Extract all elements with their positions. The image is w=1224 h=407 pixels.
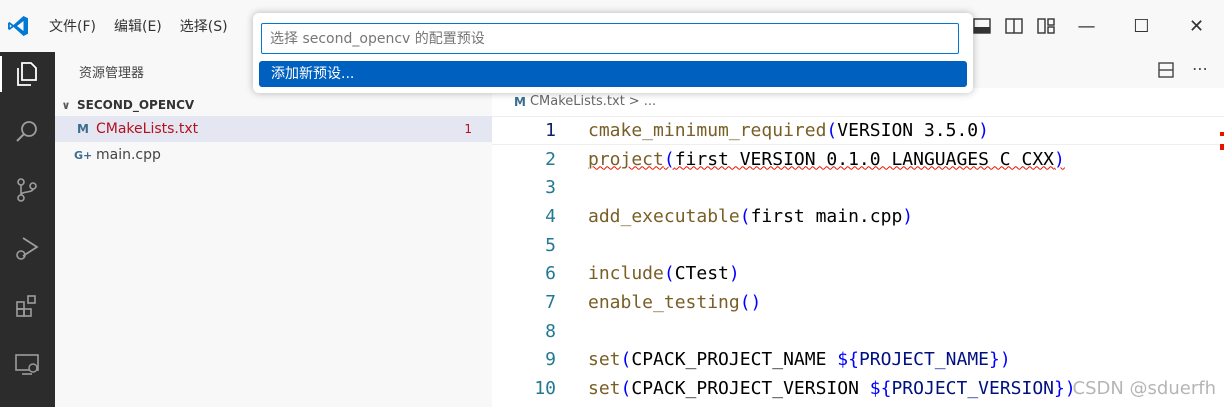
quick-pick-dialog: 添加新预设... — [253, 13, 973, 93]
maximize-button[interactable]: ☐ — [1114, 0, 1169, 52]
code-line: 1 cmake_minimum_required(VERSION 3.5.0) — [492, 116, 1224, 145]
line-number: 7 — [545, 291, 556, 313]
explorer-icon[interactable] — [0, 56, 45, 92]
menu-file[interactable]: 文件(F) — [49, 16, 96, 36]
line-number: 1 — [545, 119, 556, 141]
watermark: CSDN @sduerfh — [1072, 378, 1216, 399]
editor-actions: ⋯ — [1156, 60, 1210, 80]
run-debug-icon[interactable] — [9, 230, 45, 266]
breadcrumb-separator: > — [628, 94, 640, 109]
error-squiggle: project(first VERSION 0.1.0 LANGUAGES C … — [588, 148, 1065, 170]
breadcrumb-file[interactable]: CMakeLists.txt — [530, 94, 625, 109]
configure-preset-input[interactable] — [261, 23, 959, 54]
minimize-button[interactable]: — — [1059, 0, 1114, 52]
line-number: 6 — [545, 263, 556, 285]
activity-bar — [0, 52, 55, 407]
breadcrumb: M CMakeLists.txt > ... — [514, 94, 656, 109]
vscode-logo-icon — [8, 16, 28, 36]
line-number: 5 — [545, 234, 556, 256]
remote-explorer-icon[interactable] — [9, 346, 45, 382]
code-line: 4 add_executable(first main.cpp) — [492, 202, 1224, 231]
overview-ruler-marker — [1220, 132, 1224, 136]
folder-name: SECOND_OPENCV — [77, 98, 195, 112]
code-line: 9 set(CPACK_PROJECT_NAME ${PROJECT_NAME}… — [492, 346, 1224, 375]
line-number: 2 — [545, 148, 556, 170]
explorer-sidebar: 资源管理器 ∨ SECOND_OPENCV M CMakeLists.txt 1… — [55, 52, 492, 407]
customize-layout-icon[interactable] — [1036, 16, 1056, 36]
add-new-preset-option[interactable]: 添加新预设... — [259, 61, 967, 87]
file-name: CMakeLists.txt — [96, 121, 199, 137]
split-editor-icon[interactable] — [1156, 60, 1176, 80]
more-actions-icon[interactable]: ⋯ — [1190, 60, 1210, 80]
code-line: 7 enable_testing() — [492, 288, 1224, 317]
line-number: 8 — [545, 320, 556, 342]
breadcrumb-more[interactable]: ... — [644, 94, 656, 109]
line-number: 10 — [534, 378, 556, 400]
code-line: 8 — [492, 317, 1224, 346]
line-number: 3 — [545, 177, 556, 199]
cmake-file-icon: M — [77, 122, 89, 136]
line-number: 4 — [545, 205, 556, 227]
toggle-secondary-sidebar-icon[interactable] — [1004, 16, 1024, 36]
cmake-file-icon: M — [514, 94, 526, 109]
overview-ruler-error — [1220, 144, 1224, 150]
file-item-main-cpp[interactable]: G+ main.cpp — [55, 142, 492, 168]
code-line: 5 — [492, 231, 1224, 260]
cpp-file-icon: G+ — [74, 148, 93, 162]
file-name: main.cpp — [96, 147, 161, 163]
source-control-icon[interactable] — [9, 172, 45, 208]
folder-header[interactable]: ∨ SECOND_OPENCV — [55, 94, 492, 116]
vscode-window: 文件(F) 编辑(E) 选择(S) — ☐ ✕ 资源管理器 ∨ SECOND_O… — [0, 0, 1224, 407]
menu-bar: 文件(F) 编辑(E) 选择(S) — [49, 16, 228, 36]
line-number: 9 — [545, 349, 556, 371]
window-controls: — ☐ ✕ — [1059, 0, 1224, 52]
extensions-icon[interactable] — [9, 288, 45, 324]
close-button[interactable]: ✕ — [1169, 0, 1224, 52]
search-icon[interactable] — [9, 114, 45, 150]
code-editor[interactable]: 1 cmake_minimum_required(VERSION 3.5.0) … — [492, 116, 1224, 403]
chevron-down-icon: ∨ — [61, 98, 71, 112]
toggle-panel-icon[interactable] — [972, 16, 992, 36]
layout-controls — [972, 16, 1056, 36]
sidebar-title: 资源管理器 — [79, 66, 145, 81]
menu-edit[interactable]: 编辑(E) — [114, 16, 162, 36]
code-line: 2 project(first VERSION 0.1.0 LANGUAGES … — [492, 145, 1224, 174]
code-line: 3 — [492, 173, 1224, 202]
menu-selection[interactable]: 选择(S) — [180, 16, 228, 36]
editor-area: ⋯ M CMakeLists.txt > ... 1 cmake_minimum… — [492, 52, 1224, 407]
code-line: 6 include(CTest) — [492, 259, 1224, 288]
file-item-cmakelists[interactable]: M CMakeLists.txt 1 — [55, 116, 492, 142]
problem-count-badge: 1 — [464, 122, 472, 136]
